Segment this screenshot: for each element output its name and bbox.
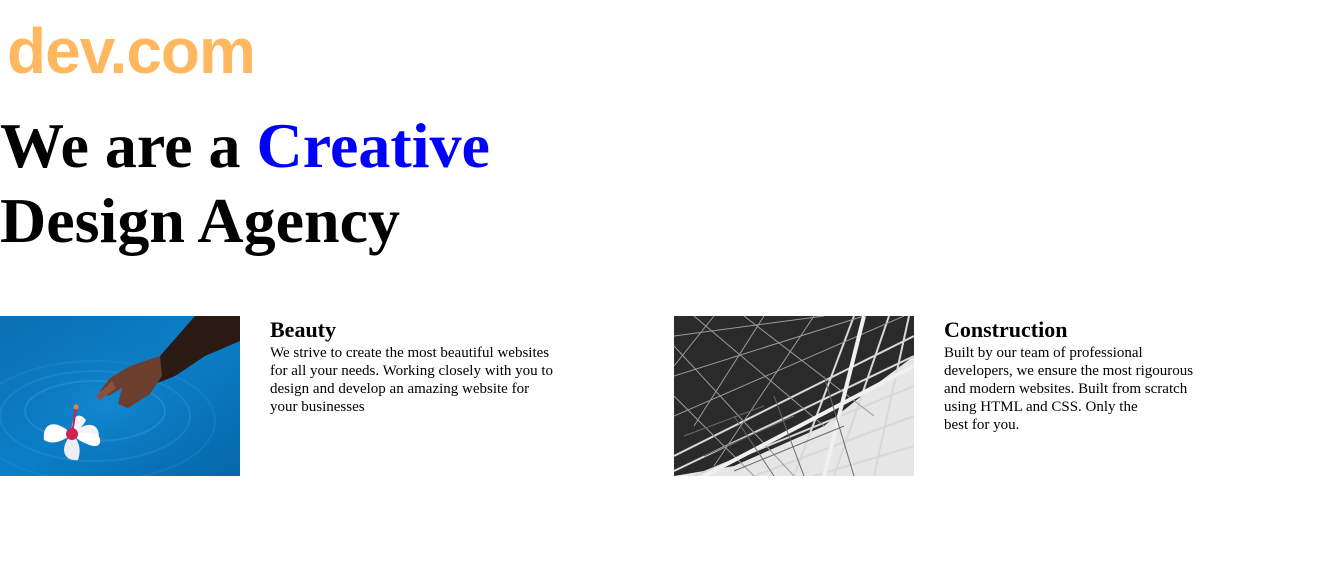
card-description: Built by our team of professional develo…: [944, 345, 1194, 433]
hero-heading: We are a Creative Design Agency: [0, 108, 620, 258]
hero-prefix: We are a: [0, 110, 257, 181]
card-description: We strive to create the most beautiful w…: [270, 345, 554, 415]
service-card-beauty: Beauty We strive to create the most beau…: [0, 316, 600, 476]
hero-suffix: Design Agency: [0, 185, 400, 256]
construction-image: [674, 316, 914, 476]
card-title: Beauty: [270, 317, 336, 342]
construction-text: Construction Built by our team of profes…: [944, 316, 1249, 434]
card-title: Construction: [944, 317, 1068, 342]
hero-accent: Creative: [256, 110, 490, 181]
beauty-image: [0, 316, 240, 476]
site-logo[interactable]: dev.com: [7, 11, 256, 91]
beauty-text: Beauty We strive to create the most beau…: [270, 316, 575, 416]
service-card-construction: Construction Built by our team of profes…: [674, 316, 1274, 476]
